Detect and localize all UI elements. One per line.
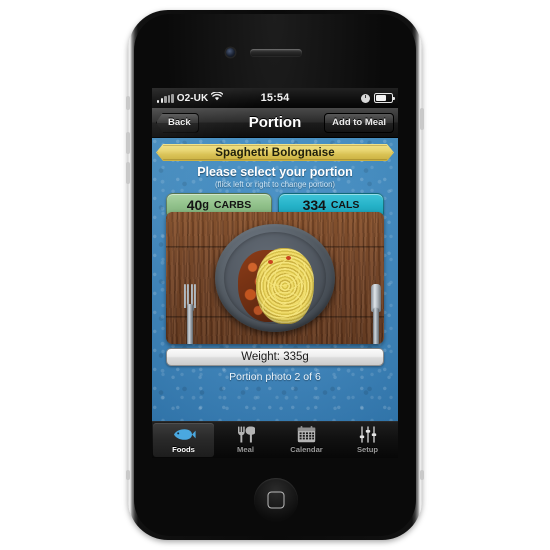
calendar-icon: [297, 426, 316, 443]
tomato-piece: [268, 260, 273, 264]
sliders-icon: [359, 426, 377, 443]
clock-label: 15:54: [260, 92, 290, 104]
tomato-piece: [286, 256, 291, 260]
screenshot-canvas: O2-UK 15:54 Back Portion Add to Meal Spa…: [0, 0, 550, 550]
tab-calendar[interactable]: Calendar: [276, 422, 337, 458]
front-camera-icon: [226, 48, 235, 57]
food-photo[interactable]: [166, 212, 384, 344]
tab-label-meal: Meal: [237, 445, 254, 454]
status-bar-right: [361, 88, 396, 108]
tab-meal[interactable]: Meal: [215, 422, 276, 458]
weight-display: Weight: 335g: [166, 348, 384, 366]
add-to-meal-button[interactable]: Add to Meal: [324, 112, 394, 133]
home-button[interactable]: [254, 478, 298, 522]
earpiece-speaker-icon: [250, 49, 302, 56]
home-button-icon: [267, 491, 285, 509]
status-bar: O2-UK 15:54: [152, 88, 398, 108]
sim-tray: [420, 108, 424, 130]
food-name-banner-shape: Spaghetti Bolognaise: [156, 144, 394, 161]
antenna-band-left: [126, 470, 130, 480]
portion-content: Spaghetti Bolognaise Please select your …: [152, 138, 398, 423]
alarm-clock-icon: [361, 93, 370, 103]
page-title: Portion: [248, 114, 302, 131]
volume-up-button[interactable]: [126, 132, 130, 154]
battery-icon: [374, 93, 396, 103]
prompt-sublabel: (flick left or right to change portion): [214, 180, 336, 189]
plate-rim: [224, 232, 326, 324]
food-name-banner: Spaghetti Bolognaise: [156, 144, 394, 161]
navigation-bar: Back Portion Add to Meal: [152, 108, 398, 138]
volume-down-button[interactable]: [126, 162, 130, 184]
portion-counter: Portion photo 2 of 6: [229, 371, 321, 383]
tab-label-calendar: Calendar: [290, 445, 323, 454]
silent-switch[interactable]: [126, 96, 130, 110]
tab-label-setup: Setup: [356, 445, 379, 454]
back-button[interactable]: Back: [156, 112, 199, 133]
cals-value: 334: [302, 196, 326, 213]
tab-bar: Foods Meal Calendar Setup: [152, 421, 398, 458]
carbs-unit: g: [202, 198, 210, 211]
spaghetti: [256, 248, 314, 324]
phone-screen: O2-UK 15:54 Back Portion Add to Meal Spa…: [152, 88, 398, 458]
carbs-value: 40: [186, 196, 203, 213]
tab-setup[interactable]: Setup: [337, 422, 398, 458]
antenna-band-right: [420, 470, 424, 480]
food-name-label: Spaghetti Bolognaise: [215, 146, 335, 159]
tab-label-foods: Foods: [172, 445, 195, 454]
plate: [215, 224, 335, 332]
tab-foods[interactable]: Foods: [153, 423, 214, 457]
prompt-label: Please select your portion: [197, 165, 353, 179]
fork-knife-icon: [237, 426, 255, 443]
carbs-label: CARBS: [213, 198, 252, 211]
fish-icon: [172, 426, 196, 443]
knife-handle: [373, 308, 379, 344]
fork-handle: [187, 304, 193, 344]
cals-label: CALS: [330, 198, 360, 211]
